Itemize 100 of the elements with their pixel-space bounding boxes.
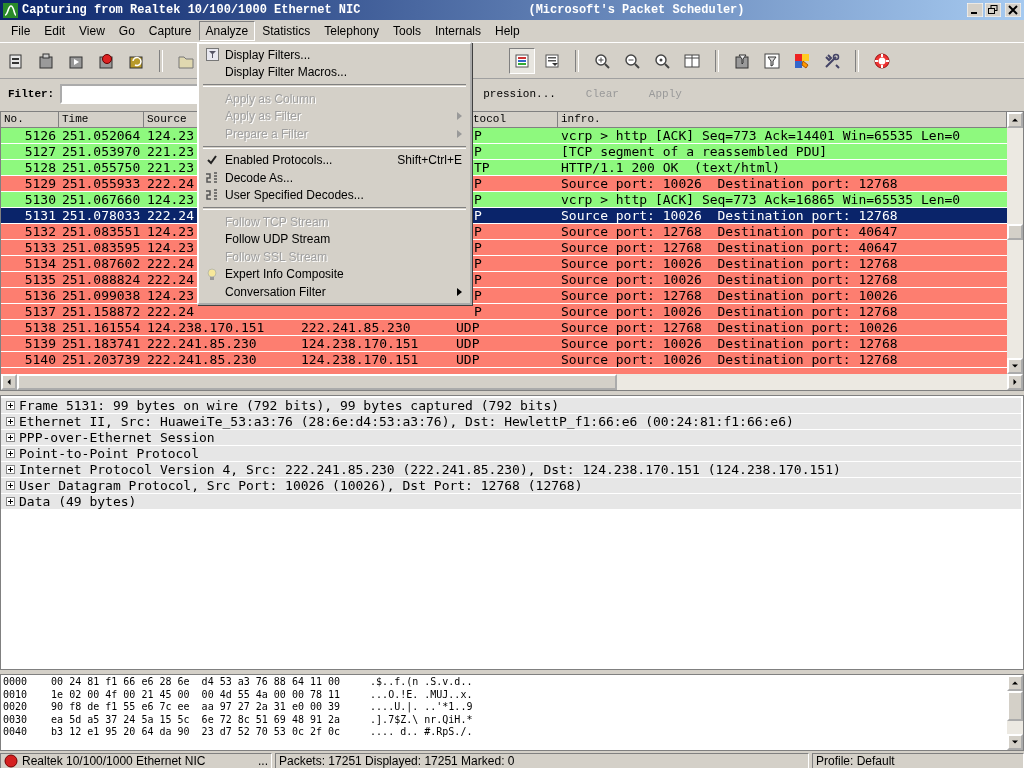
- hex-offset: 0030: [3, 713, 28, 726]
- tree-row[interactable]: Data (49 bytes): [1, 494, 1021, 509]
- table-cell-text: Source port: 12768 Destination port: 40647: [560, 224, 898, 239]
- scroll-down-icon[interactable]: [1007, 734, 1023, 750]
- filter-bar-button[interactable]: pression...: [483, 88, 556, 100]
- table-cell-text: 251.158872: [61, 304, 141, 319]
- menu-item[interactable]: Telephony: [317, 21, 386, 41]
- table-cell-text: Source port: 10026 Destination port: 12768: [560, 256, 898, 271]
- table-cell-text: Source port: 10026 Destination port: 12768: [560, 272, 898, 287]
- table-cell-text: Source port: 10026 Destination port: 12768: [560, 304, 898, 319]
- menu-item[interactable]: Edit: [37, 21, 73, 41]
- table-cell-text: Source port: 10026 Destination port: 12768: [560, 336, 898, 351]
- scroll-thumb[interactable]: [17, 374, 617, 390]
- hex-bytes: 90 f8 de f1 55 e6 7c ee aa 97 27 2a 31 e0 00 39: [51, 701, 341, 714]
- menu-item[interactable]: Help: [488, 21, 527, 41]
- table-cell: TP: [474, 160, 490, 175]
- expand-icon[interactable]: [6, 481, 15, 490]
- expand-icon[interactable]: [6, 401, 15, 410]
- scroll-right-icon[interactable]: [1007, 374, 1023, 390]
- table-cell-text: 251.083595: [61, 240, 141, 255]
- table-cell: P: [474, 256, 482, 271]
- table-cell: P: [474, 288, 482, 303]
- table-cell-text: 251.203739: [61, 352, 141, 367]
- table-cell-text: 251.083551: [61, 224, 141, 239]
- expand-icon[interactable]: [6, 417, 15, 426]
- expand-icon[interactable]: [6, 433, 15, 442]
- table-cell-text: 124.23: [146, 288, 194, 303]
- table-cell-text: 5140: [23, 352, 57, 367]
- table-cell: P: [474, 176, 482, 191]
- packet-row[interactable]: 5139 251.183741 222.241.85.230 124.238.170.151 UDP Source port: 10026 Destination port: 12768: [1, 336, 1007, 351]
- table-cell-text: HTTP/1.1 200 OK (text/html): [560, 160, 781, 175]
- tree-row[interactable]: Frame 5131: 99 bytes on wire (792 bits), 99 bytes captured (792 bits): [1, 398, 1021, 413]
- menu-item[interactable]: Display Filter Macros...: [199, 63, 470, 81]
- minimize-button[interactable]: [967, 3, 983, 17]
- packet-count: Packets: 17251 Displayed: 17251 Marked: 0: [279, 754, 515, 768]
- tree-row[interactable]: PPP-over-Ethernet Session: [1, 430, 1021, 445]
- menu-item[interactable]: Statistics: [255, 21, 318, 41]
- table-cell-text: Source port: 10026 Destination port: 12768: [560, 352, 898, 367]
- fin-icon: [3, 2, 18, 18]
- packet-row[interactable]: 5137 251.158872 222.24 P Source port: 10026 Destination port: 12768: [1, 304, 1007, 319]
- tree-row-text: Internet Protocol Version 4, Src: 222.241.85.230 (222.241.85.230), Dst: 124.238.170.151 (124.238.170.151): [19, 462, 841, 477]
- record-icon[interactable]: [4, 754, 18, 768]
- table-cell-text: 251.099038: [61, 288, 141, 303]
- table-cell-text: 222.24: [146, 176, 194, 191]
- expand-icon[interactable]: [6, 449, 15, 458]
- scroll-thumb[interactable]: [1007, 224, 1023, 240]
- table-cell: P: [474, 128, 482, 143]
- close-button[interactable]: [1005, 3, 1021, 17]
- scroll-up-icon[interactable]: [1007, 112, 1023, 128]
- table-cell: P: [474, 144, 482, 159]
- menu-item[interactable]: Tools: [386, 21, 428, 41]
- hex-bytes: b3 12 e1 95 20 64 da 90 23 d7 52 70 53 0c 2f 0c: [51, 726, 341, 739]
- window-title: Capturing from Realtek 10/100/1000 Ethernet NIC: [22, 3, 361, 17]
- hex-ascii: .].7$Z.\ nr.QiH.*: [370, 713, 473, 726]
- menu-item[interactable]: Analyze: [198, 21, 256, 41]
- submenu-arrow-icon: [457, 287, 462, 296]
- table-cell-text: 5139: [23, 336, 57, 351]
- expand-icon[interactable]: [6, 465, 15, 474]
- horizontal-scrollbar[interactable]: [1, 374, 1023, 390]
- tree-row[interactable]: Ethernet II, Src: HuaweiTe_53:a3:76 (28:6e:d4:53:a3:76), Dst: HewlettP_f1:66:e6 (00:24:81:f1:66:e6): [1, 414, 1021, 429]
- scroll-down-icon[interactable]: [1007, 358, 1023, 374]
- hex-offset: 0000: [3, 676, 28, 689]
- more-button[interactable]: ...: [258, 754, 268, 768]
- vertical-scrollbar[interactable]: [1007, 675, 1023, 750]
- menu-item[interactable]: View: [72, 21, 112, 41]
- table-cell-text: 5138: [23, 320, 57, 335]
- window-subtitle: (Microsoft's Packet Scheduler): [528, 3, 745, 17]
- table-cell-text: 251.183741: [61, 336, 141, 351]
- tree-row[interactable]: User Datagram Protocol, Src Port: 10026 (10026), Dst Port: 12768 (12768): [1, 478, 1021, 493]
- check-icon: [206, 154, 218, 167]
- menu-item[interactable]: Display Filters...: [199, 46, 470, 64]
- menu-item[interactable]: Go: [111, 21, 142, 41]
- tree-row-text: Point-to-Point Protocol: [19, 446, 199, 461]
- vertical-scrollbar[interactable]: [1007, 112, 1023, 374]
- menu-item[interactable]: File: [4, 21, 38, 41]
- table-cell-text: UDP: [455, 336, 480, 351]
- restore-button[interactable]: [985, 3, 1001, 17]
- tree-row[interactable]: Point-to-Point Protocol: [1, 446, 1021, 461]
- tree-row[interactable]: Internet Protocol Version 4, Src: 222.241.85.230 (222.241.85.230), Dst: 124.238.170.151 (124.238.170.151): [1, 462, 1021, 477]
- scroll-up-icon[interactable]: [1007, 675, 1023, 691]
- table-cell-text: 251.078033: [61, 208, 141, 223]
- table-cell-text: 222.24: [146, 256, 194, 271]
- scroll-thumb[interactable]: [1007, 691, 1023, 721]
- table-cell-text: 5126: [23, 128, 57, 143]
- scroll-left-icon[interactable]: [1, 374, 17, 390]
- table-cell-text: 251.052064: [61, 128, 141, 143]
- packet-row[interactable]: 5138 251.161554 124.238.170.151 222.241.85.230 UDP Source port: 12768 Destination port: 10026: [1, 320, 1007, 335]
- tree-row-text: Ethernet II, Src: HuaweiTe_53:a3:76 (28:6e:d4:53:a3:76), Dst: HewlettP_f1:66:e6 (00:24:81:f1:66:e6): [19, 414, 794, 429]
- menu-item[interactable]: Internals: [428, 21, 489, 41]
- table-cell-text: 251.087602: [61, 256, 141, 271]
- menu-item[interactable]: Capture: [141, 21, 199, 41]
- table-cell-text: 221.23: [146, 160, 194, 175]
- table-cell-text: [TCP segment of a reassembled PDU]: [560, 144, 828, 159]
- table-cell-text: 5134: [23, 256, 57, 271]
- expand-icon[interactable]: [6, 497, 15, 506]
- packet-row[interactable]: 5140 251.203739 222.241.85.230 124.238.170.151 UDP Source port: 10026 Destination port: 12768: [1, 352, 1007, 367]
- table-cell-text: vcrp > http [ACK] Seq=773 Ack=14401 Win=65535 Len=0: [560, 128, 961, 143]
- decode-icon: [205, 170, 219, 185]
- table-cell-text: 124.238.170.151: [146, 320, 265, 335]
- colorize-icon[interactable]: [509, 47, 535, 74]
